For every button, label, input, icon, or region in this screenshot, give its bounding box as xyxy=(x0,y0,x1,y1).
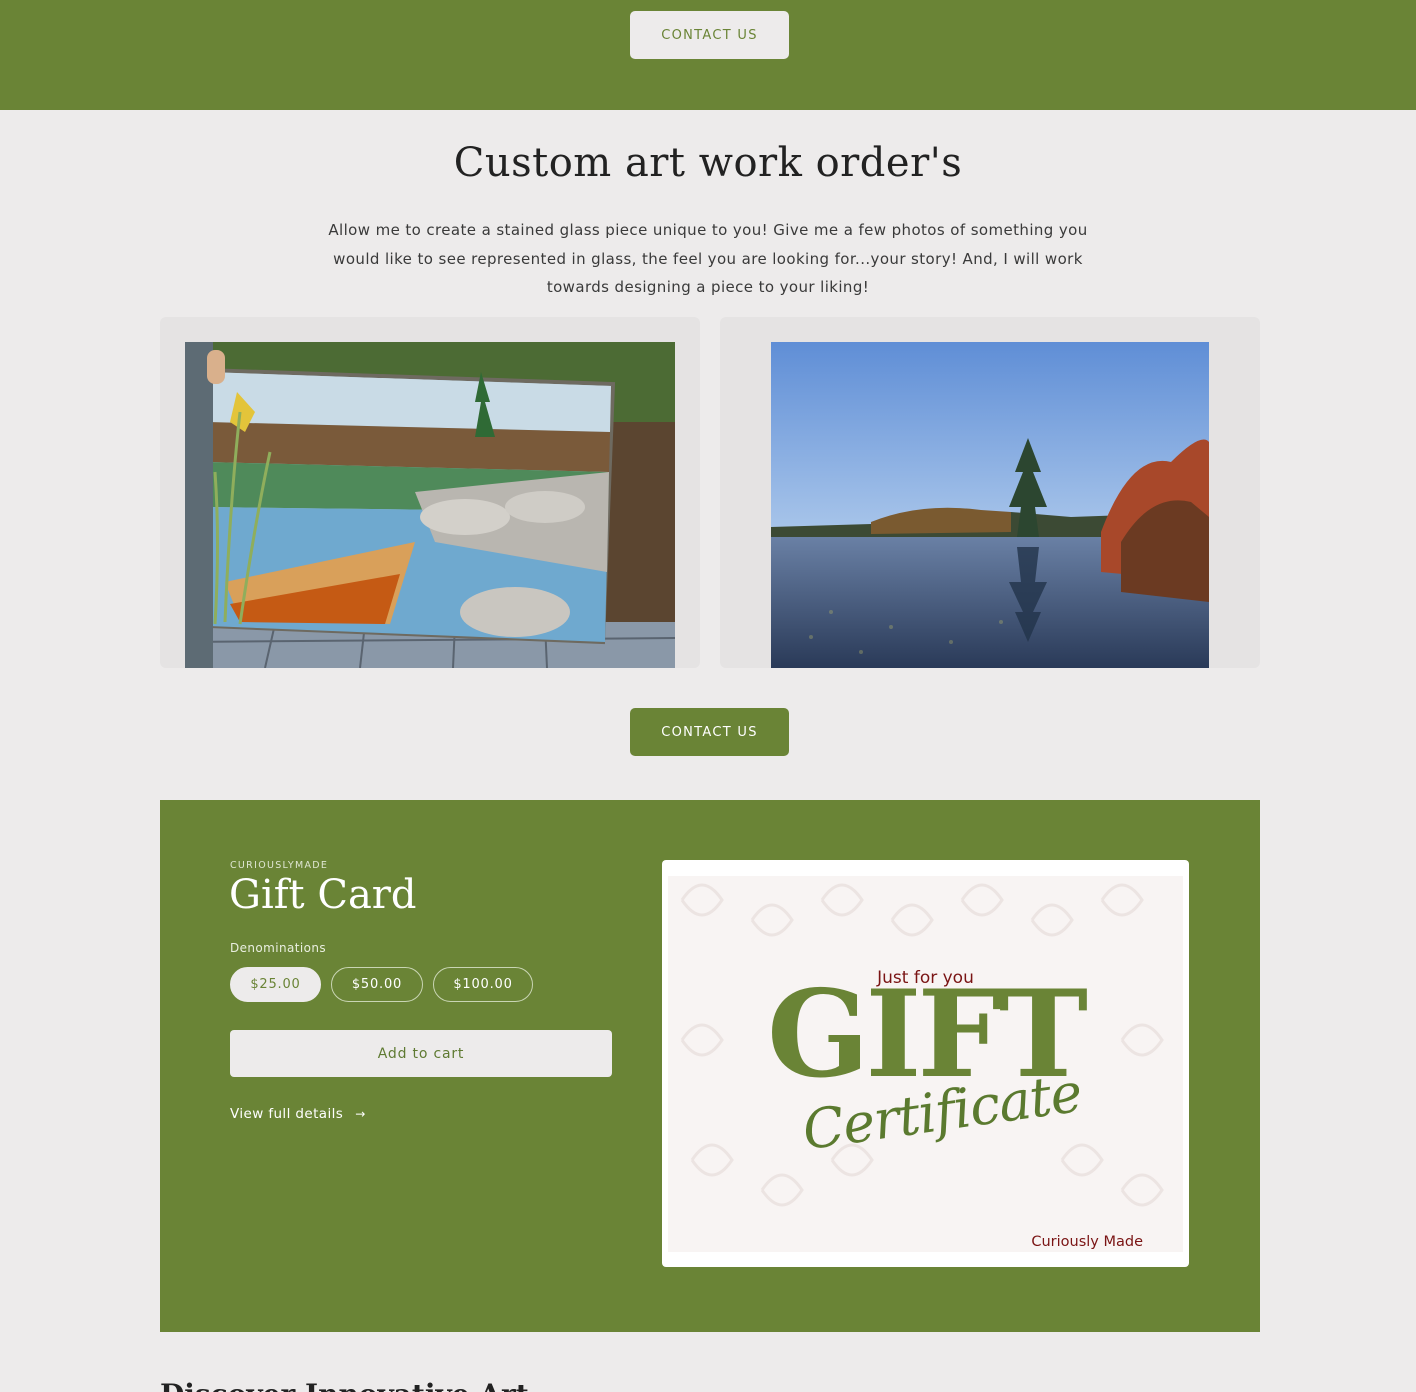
vendor-label: CURIOUSLYMADE xyxy=(230,860,329,871)
add-to-cart-button[interactable]: Add to cart xyxy=(230,1030,612,1077)
contact-us-button-top[interactable]: CONTACT US xyxy=(630,11,789,59)
product-title: Gift Card xyxy=(229,872,417,918)
denomination-option-50[interactable]: $50.00 xyxy=(331,967,423,1002)
contact-us-button[interactable]: CONTACT US xyxy=(630,708,789,756)
lake-photo-card xyxy=(720,317,1260,668)
top-banner: CONTACT US xyxy=(0,0,1416,110)
custom-artwork-description: Allow me to create a stained glass piece… xyxy=(328,221,1088,296)
gift-card-section: CURIOUSLYMADE Gift Card Denominations $2… xyxy=(160,800,1260,1332)
view-full-details-label: View full details xyxy=(230,1106,344,1122)
custom-artwork-title: Custom art work order's xyxy=(453,140,963,186)
view-full-details-link[interactable]: View full details → xyxy=(230,1106,366,1122)
denomination-option-25[interactable]: $25.00 xyxy=(230,967,321,1002)
arrow-right-icon: → xyxy=(355,1107,366,1121)
stained-glass-image-card xyxy=(160,317,700,668)
lake-landscape-image xyxy=(771,342,1209,668)
denominations-label: Denominations xyxy=(230,941,326,955)
denomination-option-100[interactable]: $100.00 xyxy=(433,967,533,1002)
brand-signature: Curiously Made xyxy=(1031,1234,1143,1250)
next-section-heading: Discover Innovative Art xyxy=(160,1378,529,1392)
stained-glass-canoe-image xyxy=(185,342,675,668)
gift-headline: GIFT xyxy=(766,964,1088,1105)
gift-certificate-image[interactable]: Just for you GIFT Certificate Curiously … xyxy=(662,860,1189,1267)
